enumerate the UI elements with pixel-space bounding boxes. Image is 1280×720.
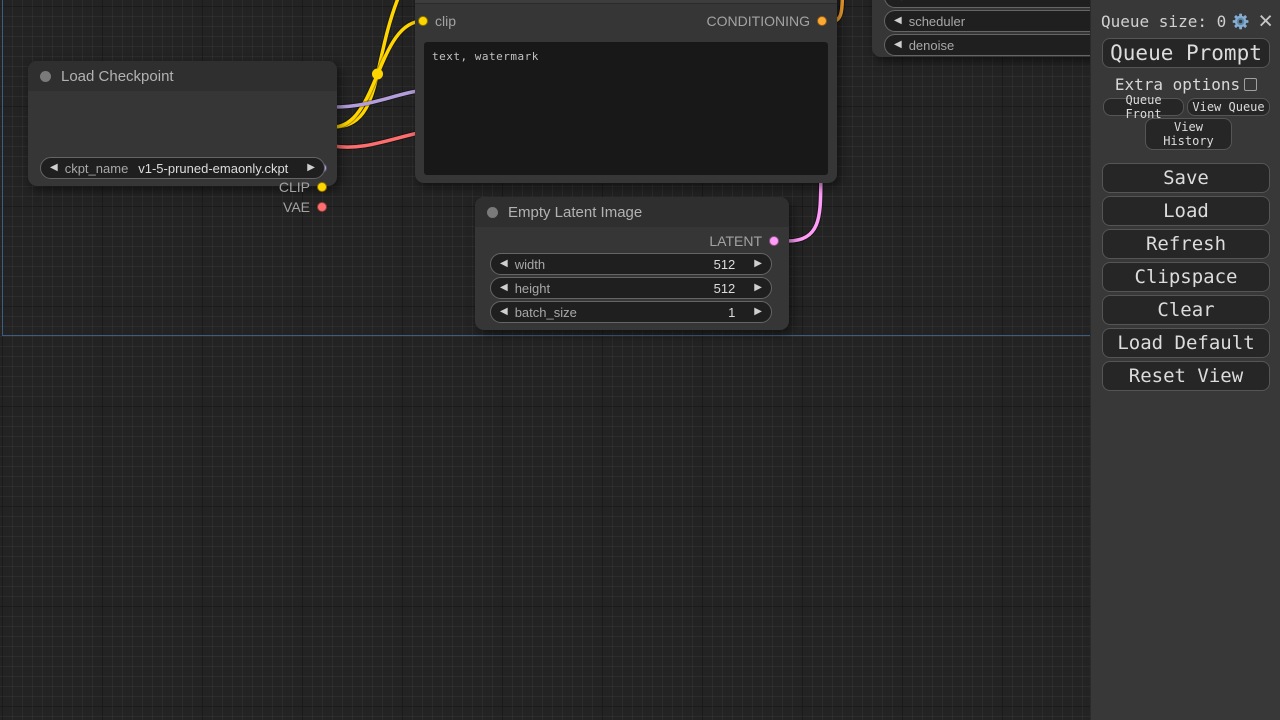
input-slot-clip[interactable]: clip [418, 12, 456, 30]
widget-value: v1-5-pruned-emaonly.ckpt [138, 161, 288, 176]
node-title-bar[interactable]: Empty Latent Image [475, 197, 789, 227]
decrement-arrow-icon[interactable]: ◀ [500, 259, 508, 269]
settings-gear-icon[interactable] [1232, 11, 1249, 32]
clear-button[interactable]: Clear [1102, 295, 1270, 325]
width-widget[interactable]: ◀ width 512 ▶ [490, 253, 772, 275]
latent-slot-dot[interactable] [769, 236, 779, 246]
decrement-arrow-icon[interactable]: ◀ [500, 283, 508, 293]
clip-slot-dot[interactable] [317, 182, 327, 192]
node-title: Empty Latent Image [508, 204, 642, 221]
widget-name: ckpt_name [65, 161, 129, 176]
prompt-textarea[interactable]: text, watermark [424, 42, 828, 175]
output-slot-conditioning[interactable]: CONDITIONING [527, 12, 827, 30]
extra-options-checkbox[interactable] [1244, 78, 1257, 91]
output-slot-clip[interactable]: CLIP [27, 178, 327, 196]
node-title: Load Checkpoint [61, 68, 174, 85]
link-midpoint-dot[interactable] [372, 69, 383, 80]
increment-arrow-icon[interactable]: ▶ [307, 163, 315, 173]
widget-name: height [515, 281, 550, 296]
node-load-checkpoint[interactable]: Load Checkpoint MODEL CLIP VAE ◀ ckpt_na… [28, 61, 337, 186]
decrement-arrow-icon[interactable]: ◀ [50, 163, 58, 173]
refresh-button[interactable]: Refresh [1102, 229, 1270, 259]
decrement-arrow-icon[interactable]: ◀ [500, 307, 508, 317]
height-widget[interactable]: ◀ height 512 ▶ [490, 277, 772, 299]
widget-name: scheduler [909, 14, 965, 29]
output-slot-vae[interactable]: VAE [27, 198, 327, 216]
slot-label: LATENT [709, 233, 762, 249]
collapse-dot-icon[interactable] [40, 71, 51, 82]
node-clip-text-encode[interactable]: clip CONDITIONING text, watermark [415, 0, 837, 183]
view-history-button[interactable]: View History [1145, 118, 1232, 150]
decrement-arrow-icon[interactable]: ◀ [894, 40, 902, 50]
clipspace-button[interactable]: Clipspace [1102, 262, 1270, 292]
slot-label: clip [435, 13, 456, 29]
comfy-menu-panel: Queue size: 0 × Queue Prompt Extra optio… [1090, 0, 1280, 720]
increment-arrow-icon[interactable]: ▶ [754, 259, 762, 269]
decrement-arrow-icon[interactable]: ◀ [894, 0, 902, 2]
clip-input-dot[interactable] [418, 16, 428, 26]
widget-value: 1 [728, 305, 735, 320]
conditioning-slot-dot[interactable] [817, 16, 827, 26]
view-queue-button[interactable]: View Queue [1187, 98, 1270, 116]
queue-front-button[interactable]: Queue Front [1103, 98, 1184, 116]
load-button[interactable]: Load [1102, 196, 1270, 226]
load-default-button[interactable]: Load Default [1102, 328, 1270, 358]
wire-latent [788, 174, 821, 241]
collapse-dot-icon[interactable] [487, 207, 498, 218]
graph-canvas[interactable]: Load Checkpoint MODEL CLIP VAE ◀ ckpt_na… [0, 0, 1280, 720]
queue-size-label: Queue size: 0 [1101, 12, 1226, 31]
widget-name: denoise [909, 38, 955, 53]
increment-arrow-icon[interactable]: ▶ [754, 283, 762, 293]
node-title-bar[interactable]: Load Checkpoint [28, 61, 337, 91]
output-slot-latent[interactable]: LATENT [474, 232, 779, 250]
reset-view-button[interactable]: Reset View [1102, 361, 1270, 391]
save-button[interactable]: Save [1102, 163, 1270, 193]
slot-label: CONDITIONING [707, 13, 810, 29]
slot-label: CLIP [279, 179, 310, 195]
node-title-bar[interactable] [415, 0, 837, 4]
batch-size-widget[interactable]: ◀ batch_size 1 ▶ [490, 301, 772, 323]
wire-clip-to-encode [333, 21, 423, 127]
extra-options-label: Extra options [1115, 75, 1240, 94]
vae-slot-dot[interactable] [317, 202, 327, 212]
queue-prompt-button[interactable]: Queue Prompt [1102, 38, 1270, 68]
node-empty-latent-image[interactable]: Empty Latent Image LATENT ◀ width 512 ▶ … [475, 197, 789, 330]
close-icon[interactable]: × [1258, 12, 1273, 30]
widget-name: width [515, 257, 545, 272]
widget-value: 512 [714, 257, 736, 272]
decrement-arrow-icon[interactable]: ◀ [894, 16, 902, 26]
ckpt-name-widget[interactable]: ◀ ckpt_name v1-5-pruned-emaonly.ckpt ▶ [40, 157, 325, 179]
slot-label: VAE [283, 199, 310, 215]
widget-name: batch_size [515, 305, 577, 320]
increment-arrow-icon[interactable]: ▶ [754, 307, 762, 317]
widget-value: 512 [714, 281, 736, 296]
